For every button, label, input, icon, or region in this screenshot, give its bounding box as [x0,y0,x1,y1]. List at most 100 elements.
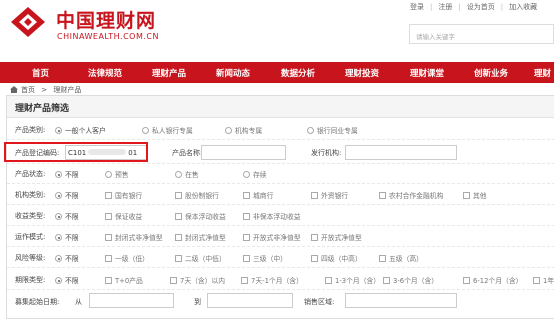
yield-type-option[interactable]: 保本浮动收益 [175,211,226,221]
term-option[interactable]: 1-3个月（含） [325,275,380,285]
checkbox[interactable] [105,213,112,220]
nav-item-invest[interactable]: 理财投资 [345,67,379,79]
institution-option[interactable]: 其他 [463,190,487,200]
radio[interactable] [175,171,182,178]
institution-option[interactable]: 城商行 [243,190,273,200]
radio-selected[interactable] [55,171,62,178]
institution-option[interactable]: 不限 [55,190,79,200]
radio-selected[interactable] [55,234,62,241]
checkbox[interactable] [325,277,332,284]
radio-selected[interactable] [55,277,62,284]
set-homepage-link[interactable]: 设为首页 [467,2,495,12]
operation-option[interactable]: 封闭式非净值型 [105,232,163,242]
term-option[interactable]: 7天-1个月（含） [241,275,303,285]
radio-selected[interactable] [55,213,62,220]
operation-option[interactable]: 封闭式净值型 [175,232,226,242]
nav-item-products[interactable]: 理财产品 [152,67,186,79]
status-option[interactable]: 不限 [55,169,79,179]
term-option[interactable]: 1年以上 [533,275,554,285]
product-name-input[interactable] [201,145,286,160]
risk-option[interactable]: 五级（高） [379,253,423,263]
nav-item-more[interactable]: 理财 [534,67,551,79]
status-option[interactable]: 预售 [105,169,129,179]
radio-selected[interactable] [55,127,62,134]
yield-type-option[interactable]: 不限 [55,211,79,221]
add-favorite-link[interactable]: 加入收藏 [509,2,537,12]
term-option[interactable]: 3-6个月（含） [383,275,438,285]
radio[interactable] [307,127,314,134]
radio[interactable] [243,171,250,178]
register-link[interactable]: 注册 [438,2,452,12]
operation-option-label: 开放式非净值型 [253,234,301,242]
category-option[interactable]: 机构专属 [225,125,262,135]
nav-item-news[interactable]: 新闻动态 [216,67,250,79]
nav-item-home[interactable]: 首页 [32,67,49,79]
nav-item-innovation[interactable]: 创新业务 [474,67,508,79]
institution-option[interactable]: 国有银行 [105,190,142,200]
operation-option[interactable]: 开放式非净值型 [243,232,301,242]
checkbox[interactable] [243,234,250,241]
risk-option[interactable]: 三级（中） [243,253,287,263]
checkbox[interactable] [243,213,250,220]
checkbox[interactable] [311,234,318,241]
checkbox[interactable] [243,192,250,199]
category-option[interactable]: 银行同业专属 [307,125,358,135]
checkbox[interactable] [379,255,386,262]
checkbox[interactable] [170,277,177,284]
checkbox[interactable] [105,255,112,262]
radio-selected[interactable] [55,255,62,262]
risk-option[interactable]: 四级（中高） [311,253,362,263]
risk-option[interactable]: 一级（低） [105,253,149,263]
checkbox[interactable] [175,234,182,241]
checkbox[interactable] [243,255,250,262]
nav-item-data[interactable]: 数据分析 [281,67,315,79]
checkbox[interactable] [105,192,112,199]
status-option[interactable]: 存续 [243,169,267,179]
search-input[interactable]: 请输入关键字 [409,24,554,44]
site-name[interactable]: 中国理财网 [56,6,156,33]
category-option[interactable]: 私人银行专属 [142,125,193,135]
region-input[interactable] [345,293,457,308]
issuer-input[interactable] [345,145,457,160]
operation-option[interactable]: 不限 [55,232,79,242]
checkbox[interactable] [175,192,182,199]
term-option[interactable]: T+0产品 [105,275,143,285]
institution-option[interactable]: 农村合作金融机构 [379,190,443,200]
date-from-input[interactable] [89,293,174,308]
radio[interactable] [105,171,112,178]
radio-selected[interactable] [55,192,62,199]
checkbox[interactable] [379,192,386,199]
nav-item-law[interactable]: 法律规范 [88,67,122,79]
risk-option[interactable]: 不限 [55,253,79,263]
checkbox[interactable] [241,277,248,284]
term-option[interactable]: 7天（含）以内 [170,275,225,285]
checkbox[interactable] [463,192,470,199]
nav-item-class[interactable]: 理财课堂 [410,67,444,79]
yield-type-option[interactable]: 非保本浮动收益 [243,211,301,221]
checkbox[interactable] [383,277,390,284]
checkbox[interactable] [311,255,318,262]
category-option[interactable]: 一般个人客户 [55,125,106,135]
institution-option[interactable]: 外资银行 [311,190,348,200]
term-option[interactable]: 不限 [55,275,79,285]
breadcrumb-home[interactable]: 首页 [21,86,35,94]
login-link[interactable]: 登录 [410,2,424,12]
checkbox[interactable] [175,213,182,220]
operation-option[interactable]: 开放式净值型 [311,232,362,242]
checkbox[interactable] [463,277,470,284]
logo-icon[interactable] [10,6,46,38]
status-option[interactable]: 在售 [175,169,199,179]
radio[interactable] [225,127,232,134]
term-option-label: 不限 [65,277,79,285]
radio[interactable] [142,127,149,134]
yield-type-option[interactable]: 保证收益 [105,211,142,221]
institution-option[interactable]: 股份制银行 [175,190,219,200]
checkbox[interactable] [105,234,112,241]
term-option[interactable]: 6-12个月（含） [463,275,522,285]
checkbox[interactable] [105,277,112,284]
checkbox[interactable] [533,277,540,284]
checkbox[interactable] [175,255,182,262]
date-to-input[interactable] [207,293,293,308]
checkbox[interactable] [311,192,318,199]
risk-option[interactable]: 二级（中低） [175,253,226,263]
